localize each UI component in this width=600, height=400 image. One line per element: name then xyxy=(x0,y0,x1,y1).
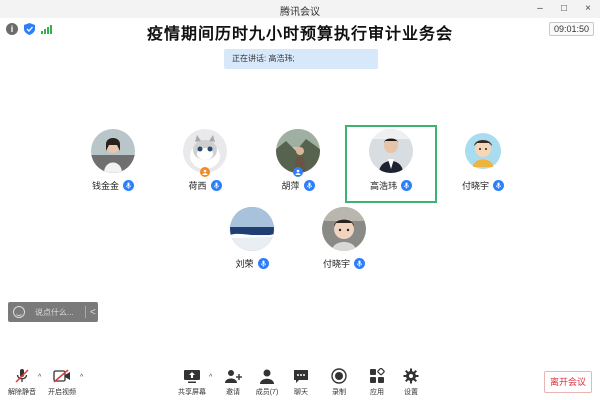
participant-tile[interactable]: 付晓宇 xyxy=(437,129,529,207)
avatar xyxy=(230,207,274,251)
participant-tile-active[interactable]: 高浩玮 xyxy=(345,125,437,203)
participant-tile[interactable]: 刘荣 xyxy=(206,207,298,285)
avatar xyxy=(91,129,135,173)
name-row: 刘荣 xyxy=(206,257,298,270)
chat-input-bar: < xyxy=(8,302,98,322)
mic-icon xyxy=(354,258,365,269)
mic-icon xyxy=(493,180,504,191)
meeting-title: 疫情期间历时九小时预算执行审计业务会 xyxy=(146,26,453,43)
name-row: 荷西 xyxy=(159,179,251,192)
bottom-toolbar: 解除静音 ^ 开启视频 ^ 共享屏幕 ^ 邀请 成员(7) 聊天 录制 应用 设… xyxy=(0,362,600,400)
participant-name: 荷西 xyxy=(188,181,207,191)
share-screen-label: 共享屏幕 xyxy=(178,389,206,396)
participant-tile[interactable]: 钱金金 xyxy=(67,129,159,207)
meeting-timer: 09:01:50 xyxy=(548,22,594,36)
unmute-label: 解除静音 xyxy=(8,389,36,396)
window-controls: – □ × xyxy=(534,2,594,14)
participant-tile[interactable]: 胡萍 xyxy=(252,129,344,207)
gear-icon xyxy=(402,368,420,384)
chevron-up-icon[interactable]: ^ xyxy=(209,374,212,381)
camera-off-icon xyxy=(53,368,71,384)
collapse-chevron-icon[interactable]: < xyxy=(90,307,96,318)
avatar xyxy=(322,207,366,251)
mic-icon xyxy=(257,258,269,269)
participant-name: 付晓宇 xyxy=(461,181,489,191)
mic-icon xyxy=(210,180,222,191)
participant-name: 钱金金 xyxy=(91,181,119,191)
start-video-label: 开启视频 xyxy=(48,389,76,396)
leave-meeting-button[interactable]: 离开会议 xyxy=(544,371,592,393)
chevron-up-icon[interactable]: ^ xyxy=(80,374,83,381)
invite-icon xyxy=(224,368,242,384)
name-row: 钱金金 xyxy=(67,179,159,192)
chat-button[interactable]: 聊天 xyxy=(281,368,321,397)
mic-icon xyxy=(303,180,315,191)
participant-name: 付晓宇 xyxy=(322,259,350,269)
maximize-button[interactable]: □ xyxy=(558,2,570,14)
title-bar: 腾讯会议 – □ × xyxy=(0,0,600,18)
start-video-button[interactable]: 开启视频 xyxy=(42,368,82,397)
window-title: 腾讯会议 xyxy=(280,7,320,18)
participant-tile[interactable]: 付晓宇 xyxy=(298,207,390,285)
close-button[interactable]: × xyxy=(582,2,594,14)
unmute-button[interactable]: 解除静音 xyxy=(2,368,42,397)
name-row: 付晓宇 xyxy=(437,179,529,192)
share-screen-icon xyxy=(183,368,201,384)
chat-icon xyxy=(292,368,310,384)
avatar xyxy=(461,129,505,173)
participant-name: 刘荣 xyxy=(235,259,254,269)
divider xyxy=(85,306,86,318)
chat-label: 聊天 xyxy=(294,389,308,396)
settings-label: 设置 xyxy=(404,389,418,396)
invite-label: 邀请 xyxy=(226,389,240,396)
avatar xyxy=(369,129,413,173)
name-row: 付晓宇 xyxy=(298,257,390,270)
participant-tile[interactable]: 荷西 xyxy=(159,129,251,207)
mic-icon xyxy=(401,180,412,191)
host-badge-icon xyxy=(200,167,210,177)
participant-name: 高浩玮 xyxy=(369,181,397,191)
name-row: 胡萍 xyxy=(252,179,344,192)
members-icon xyxy=(258,368,276,384)
mic-muted-icon xyxy=(13,368,31,384)
share-screen-button[interactable]: 共享屏幕 xyxy=(172,368,212,397)
speaking-indicator: 正在讲话: 高浩玮; xyxy=(224,49,378,69)
chevron-up-icon[interactable]: ^ xyxy=(38,374,41,381)
record-button[interactable]: 录制 xyxy=(319,368,359,397)
apps-label: 应用 xyxy=(370,389,384,396)
mic-icon xyxy=(123,180,134,191)
host-badge-icon xyxy=(293,167,303,177)
chat-input[interactable] xyxy=(35,307,83,317)
apps-icon xyxy=(368,368,386,384)
record-icon xyxy=(330,368,348,384)
record-label: 录制 xyxy=(332,389,346,396)
emoji-icon[interactable] xyxy=(13,306,25,318)
settings-button[interactable]: 设置 xyxy=(391,368,431,397)
meeting-info-bar: i 疫情期间历时九小时预算执行审计业务会 09:01:50 xyxy=(0,18,600,43)
participant-name: 胡萍 xyxy=(281,181,300,191)
minimize-button[interactable]: – xyxy=(534,2,546,14)
members-label: 成员(7) xyxy=(255,389,279,396)
name-row: 高浩玮 xyxy=(347,179,435,192)
